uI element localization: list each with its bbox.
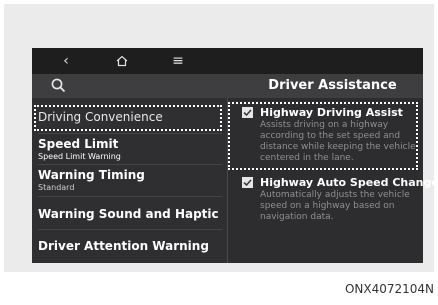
search-icon[interactable]: [50, 77, 68, 95]
menu-item-speed-limit[interactable]: Speed Limit Speed Limit Warning: [38, 137, 224, 161]
menu-item-label: Speed Limit: [38, 137, 119, 151]
menu-item-sublabel: Speed Limit Warning: [38, 152, 121, 161]
divider: [38, 133, 222, 134]
infotainment-screen: ‹ ≡ Driver Assistance Driving Convenienc…: [32, 48, 438, 263]
menu-item-warning-sound-haptic[interactable]: Warning Sound and Haptic: [38, 207, 224, 221]
highlight-driving-convenience: [34, 105, 222, 131]
menu-item-label: Warning Sound and Haptic: [38, 207, 219, 221]
option-label: Highway Auto Speed Change: [260, 176, 438, 189]
option-description: Automatically adjusts the vehicle speed …: [260, 190, 410, 222]
menu-item-label: Warning Timing: [38, 168, 145, 182]
divider: [38, 229, 222, 230]
highlight-highway-driving-assist: [228, 102, 418, 170]
menu-item-warning-timing[interactable]: Warning Timing Standard: [38, 168, 224, 192]
back-icon[interactable]: ‹: [54, 48, 78, 74]
menu-item-sublabel: Standard: [38, 183, 75, 192]
divider: [38, 196, 222, 197]
page-title: Driver Assistance: [268, 78, 397, 93]
menu-icon[interactable]: ≡: [166, 48, 190, 74]
menu-item-label: Driver Attention Warning: [38, 239, 209, 253]
figure-code: ONX4072104N: [344, 282, 434, 296]
checkbox-checked-icon[interactable]: [242, 177, 253, 188]
divider: [38, 164, 222, 165]
option-highway-auto-speed-change[interactable]: Highway Auto Speed Change Automatically …: [242, 176, 438, 223]
header-bar: Driver Assistance: [32, 74, 423, 98]
top-bar: ‹ ≡: [32, 48, 423, 74]
menu-item-driver-attention-warning[interactable]: Driver Attention Warning: [38, 239, 224, 253]
home-icon[interactable]: [110, 48, 134, 74]
